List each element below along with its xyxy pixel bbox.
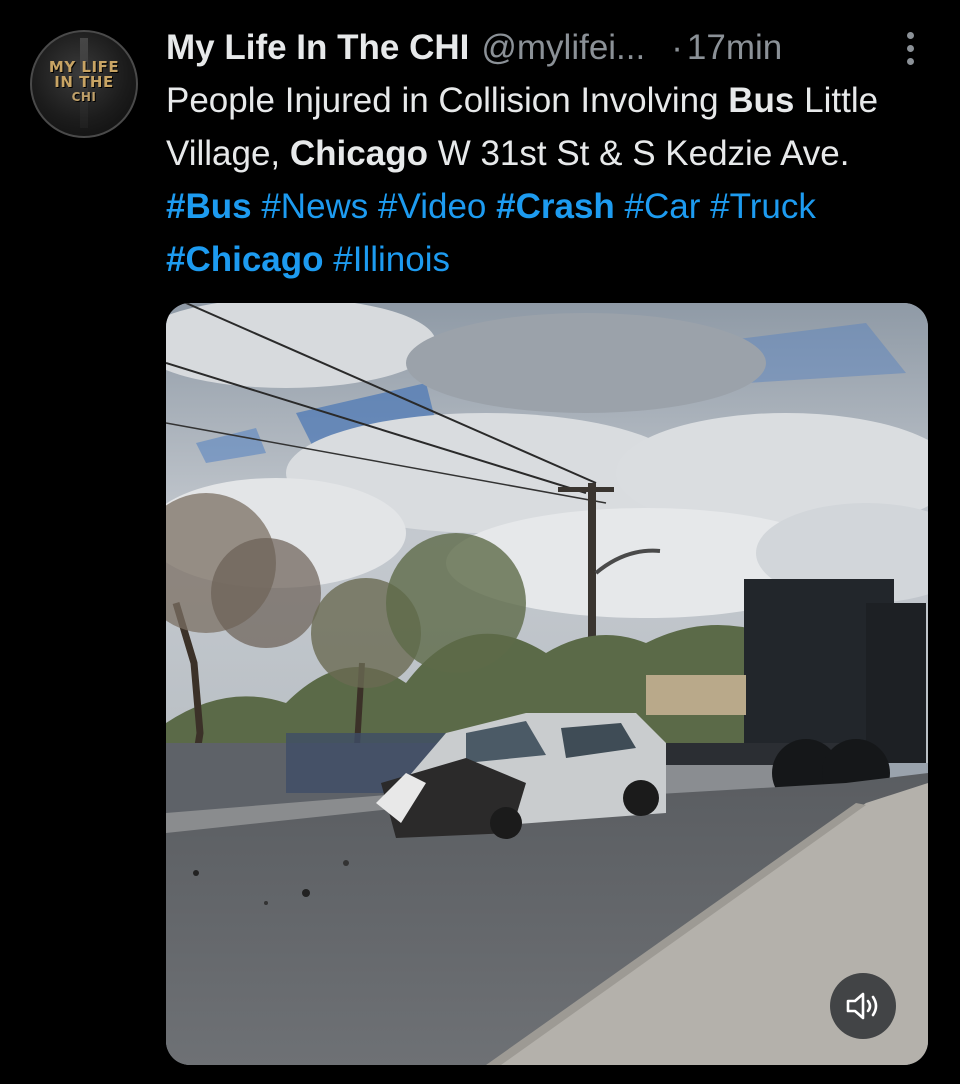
hashtag-link[interactable]: #Truck (710, 187, 816, 226)
hashtag-link[interactable]: #News (261, 187, 368, 226)
tweet[interactable]: MY LIFE IN THE CHI My Life In The CHI @m… (0, 0, 960, 1084)
hashtag-link[interactable]: #Crash (496, 187, 615, 226)
tweet-text-part: W 31st St & S Kedzie Ave. (427, 134, 850, 173)
speaker-muted-icon (846, 992, 878, 1020)
hashtag-list: #Bus #News #Video #Crash #Car #Truck #Ch… (166, 187, 816, 279)
avatar-logo-line-2: IN THE (54, 73, 114, 91)
tweet-text-bold: Chicago (289, 134, 428, 173)
tweet-text-bold: Bus (728, 81, 795, 120)
display-name[interactable]: My Life In The CHI (166, 28, 469, 68)
avatar-logo: MY LIFE IN THE CHI (32, 60, 136, 105)
hashtag-link[interactable]: #Video (378, 187, 486, 226)
hashtag-link[interactable]: #Illinois (333, 240, 450, 279)
tweet-text: People Injured in Collision Involving Bu… (166, 74, 936, 286)
video-frame (166, 303, 928, 1065)
video-player[interactable] (166, 303, 928, 1065)
separator-dot: · (671, 28, 683, 67)
hashtag-link[interactable]: #Chicago (166, 240, 324, 279)
more-options-icon[interactable] (900, 28, 920, 68)
hashtag-link[interactable]: #Bus (166, 187, 252, 226)
avatar-logo-line-3: CHI (71, 90, 97, 104)
tweet-header: My Life In The CHI @mylifei... · 17min (166, 22, 920, 74)
timestamp[interactable]: 17min (687, 28, 782, 68)
avatar[interactable]: MY LIFE IN THE CHI (30, 30, 138, 138)
user-handle[interactable]: @mylifei... (481, 28, 645, 68)
tweet-text-part: People Injured in Collision Involving (166, 81, 729, 120)
mute-toggle-button[interactable] (830, 973, 896, 1039)
hashtag-link[interactable]: #Car (625, 187, 701, 226)
